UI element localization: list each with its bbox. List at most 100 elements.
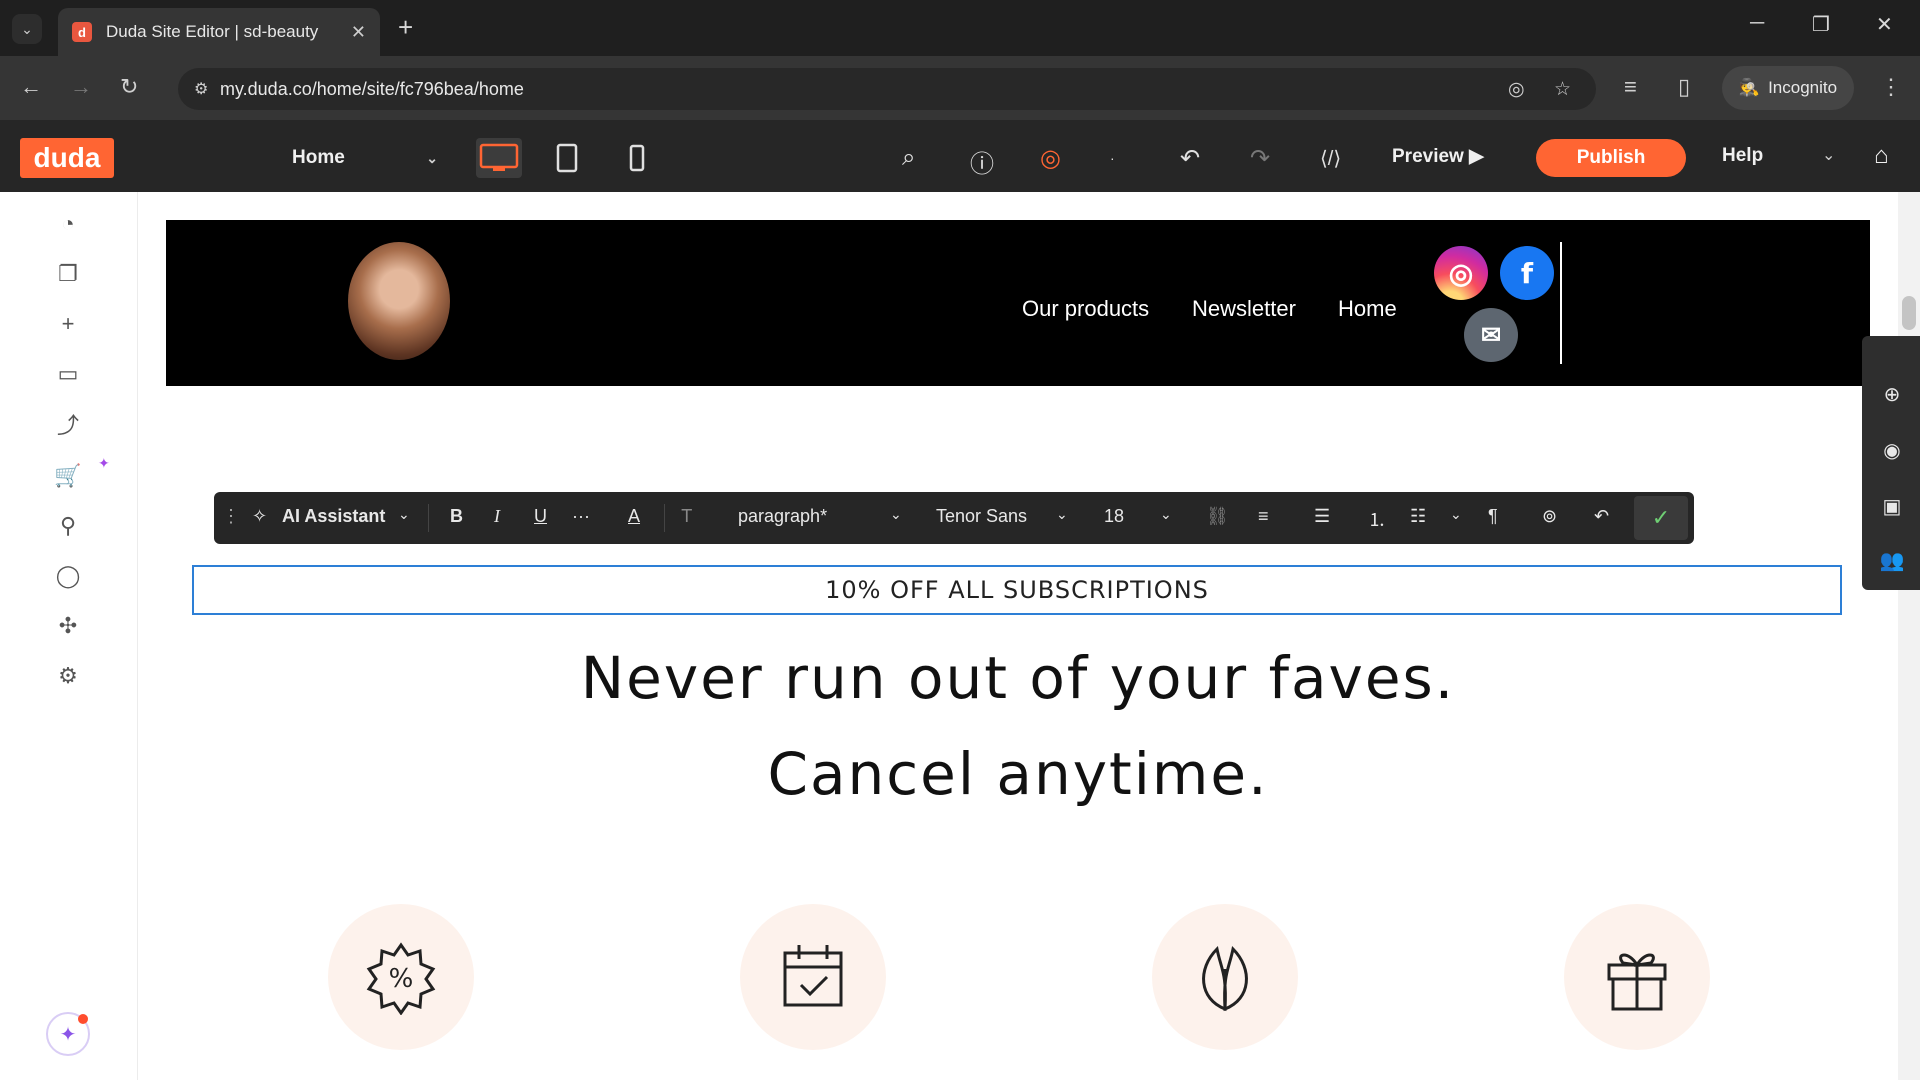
side-panel-icon[interactable]: ▯ <box>1678 74 1690 100</box>
comments-sidebar-icon[interactable]: ◯ <box>54 562 82 590</box>
font-select[interactable]: Tenor Sans <box>936 506 1027 527</box>
drag-handle-icon[interactable]: ⋮ <box>222 506 240 527</box>
ai-wand-icon[interactable]: ✧ <box>252 506 267 527</box>
tablet-icon <box>556 143 578 173</box>
style-chevron-icon[interactable]: ⌄ <box>890 506 902 523</box>
dynamic-content-icon[interactable]: ⊚ <box>1542 506 1557 527</box>
brand-logo-image[interactable] <box>348 242 450 360</box>
list-chevron-icon[interactable]: ⌄ <box>1450 506 1462 523</box>
discount-badge-icon[interactable]: % <box>328 904 474 1050</box>
reading-list-icon[interactable]: ≡ <box>1624 74 1637 100</box>
search-icon[interactable]: ⌕ <box>902 144 915 172</box>
incognito-badge[interactable]: 🕵 Incognito <box>1722 66 1854 110</box>
clear-format-icon[interactable]: Ꭲ <box>682 506 693 527</box>
desktop-view-button[interactable] <box>476 138 522 178</box>
forward-icon[interactable]: → <box>70 74 92 100</box>
paragraph-icon[interactable]: ¶ <box>1488 506 1498 527</box>
reload-icon[interactable]: ↻ <box>120 74 138 100</box>
duda-logo[interactable]: duda <box>20 138 114 178</box>
tab-close-icon[interactable]: ✕ <box>351 22 366 43</box>
url-text[interactable]: my.duda.co/home/site/fc796bea/home <box>220 79 524 100</box>
browser-tab[interactable]: d Duda Site Editor | sd-beauty ✕ <box>58 8 380 56</box>
mobile-view-button[interactable] <box>614 138 660 178</box>
size-chevron-icon[interactable]: ⌄ <box>1160 506 1172 523</box>
underline-icon[interactable]: U <box>534 506 547 527</box>
ai-assistant-launcher[interactable]: ✦ <box>46 1012 90 1056</box>
ai-chevron-icon[interactable]: ⌄ <box>398 506 410 523</box>
bullet-list-icon[interactable]: ☷ <box>1410 506 1426 527</box>
dev-mode-icon[interactable]: ⟨/⟩ <box>1320 146 1341 171</box>
text-style-select[interactable]: paragraph* <box>738 506 827 527</box>
restore-icon[interactable]: ❐ <box>1812 12 1830 37</box>
preview-button[interactable]: Preview ▶ <box>1392 145 1484 168</box>
bookmark-star-icon[interactable]: ☆ <box>1554 78 1571 101</box>
info-icon[interactable]: ⓘ <box>970 144 994 179</box>
email-icon[interactable]: ✉ <box>1464 308 1518 362</box>
font-size-select[interactable]: 18 <box>1104 506 1124 527</box>
headline-line-1[interactable]: Never run out of your faves. <box>138 644 1898 712</box>
tab-search-icon[interactable]: ⌄ <box>12 14 42 44</box>
incognito-icon: 🕵 <box>1738 78 1761 97</box>
back-icon[interactable]: ← <box>20 74 42 100</box>
nav-our-products[interactable]: Our products <box>1022 296 1149 322</box>
page-selector[interactable]: Home ⌄ <box>280 141 450 175</box>
add-widget-icon[interactable]: + <box>54 310 82 338</box>
canvas-scroll-thumb[interactable] <box>1902 296 1916 330</box>
dashboard-home-icon[interactable]: ⌂ <box>1874 142 1889 170</box>
align-center-icon[interactable]: ≡ <box>1258 506 1269 527</box>
gift-icon[interactable] <box>1564 904 1710 1050</box>
pages-icon[interactable]: ❐ <box>54 260 82 288</box>
apps-puzzle-icon[interactable]: ✣ <box>54 612 82 640</box>
new-tab-icon[interactable]: + <box>398 12 413 43</box>
minimize-icon[interactable]: ─ <box>1750 12 1764 35</box>
help-button[interactable]: Help <box>1722 145 1763 167</box>
calendar-check-icon[interactable] <box>740 904 886 1050</box>
eye-off-icon[interactable]: ◎ <box>1508 78 1525 101</box>
site-header[interactable]: Our products Newsletter Home ◎ f ✉ <box>166 220 1870 386</box>
calendar-svg <box>783 945 843 1007</box>
headline-line-2[interactable]: Cancel anytime. <box>138 740 1898 808</box>
site-settings-icon[interactable]: ⚙ <box>194 79 208 99</box>
team-icon[interactable]: 👥 <box>1880 548 1905 572</box>
instagram-icon[interactable]: ◎ <box>1434 246 1488 300</box>
bold-icon[interactable]: B <box>450 506 463 527</box>
add-section-icon[interactable]: ⊕ <box>1880 382 1904 406</box>
undo-icon[interactable]: ↶ <box>1180 144 1200 173</box>
settings-gear-icon[interactable]: ⚙ <box>54 662 82 690</box>
flows-icon[interactable]: ⤴ <box>54 410 82 438</box>
link-icon[interactable]: ⛓ <box>1206 506 1229 527</box>
ai-assistant-button[interactable]: AI Assistant <box>282 506 385 527</box>
content-folder-icon[interactable]: ▭ <box>54 360 82 388</box>
leaf-icon[interactable] <box>1152 904 1298 1050</box>
image-icon[interactable]: ▣ <box>1880 494 1904 518</box>
close-window-icon[interactable]: ✕ <box>1876 12 1893 37</box>
browser-menu-icon[interactable]: ⋮ <box>1880 74 1902 100</box>
toolbar-undo-icon[interactable]: ↶ <box>1594 506 1609 527</box>
separator <box>664 504 665 532</box>
redo-icon[interactable]: ↷ <box>1250 144 1270 173</box>
publish-button[interactable]: Publish <box>1536 139 1686 177</box>
help-chevron-icon[interactable]: ⌄ <box>1822 145 1835 165</box>
design-palette-icon[interactable]: ◔ <box>54 210 82 238</box>
users-icon[interactable]: ⚲ <box>54 512 82 540</box>
desktop-icon <box>479 143 519 171</box>
facebook-icon[interactable]: f <box>1500 246 1554 300</box>
nav-home[interactable]: Home <box>1338 296 1397 322</box>
done-check-icon[interactable]: ✓ <box>1634 496 1688 540</box>
chevron-down-icon: ⌄ <box>426 149 438 166</box>
promo-text[interactable]: 10% OFF ALL SUBSCRIPTIONS <box>192 565 1842 615</box>
tablet-view-button[interactable] <box>544 138 590 178</box>
text-color-icon[interactable]: A <box>628 506 640 527</box>
numbered-list-icon[interactable]: ⒈ <box>1368 506 1386 532</box>
more-formats-icon[interactable]: ··· <box>572 506 590 527</box>
comments-icon[interactable]: ◎ <box>1040 144 1061 173</box>
chat-icon[interactable]: ◉ <box>1880 438 1904 462</box>
tab-title: Duda Site Editor | sd-beauty <box>106 22 319 41</box>
italic-icon[interactable]: I <box>494 506 500 527</box>
status-dot-icon: · <box>1110 150 1115 166</box>
omnibox[interactable]: ⚙ my.duda.co/home/site/fc796bea/home ◎ ☆ <box>178 68 1596 110</box>
store-cart-icon[interactable]: 🛒 <box>54 462 82 490</box>
nav-newsletter[interactable]: Newsletter <box>1192 296 1296 322</box>
font-chevron-icon[interactable]: ⌄ <box>1056 506 1068 523</box>
line-height-icon[interactable]: ☰ <box>1314 506 1330 527</box>
